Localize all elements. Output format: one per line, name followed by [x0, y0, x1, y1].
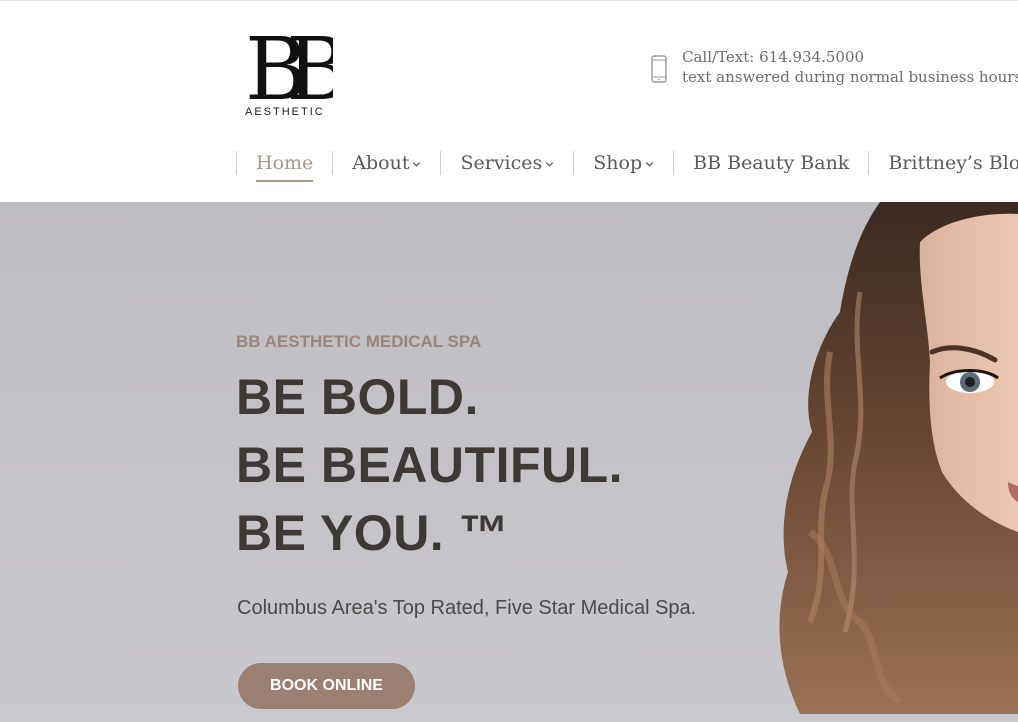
hero-headline-line-3: BE YOU. ™ [236, 505, 510, 561]
contact-hours-note: text answered during normal business hou… [682, 68, 1018, 86]
hero-headline-line-2: BE BEAUTIFUL. [236, 437, 624, 493]
main-nav: Home About Services Shop BB Beauty Bank … [236, 147, 1018, 182]
hero-eyebrow: BB AESTHETIC MEDICAL SPA [236, 332, 482, 351]
nav-item-shop[interactable]: Shop [574, 147, 673, 179]
nav-item-blog[interactable]: Brittney’s Blog [869, 147, 1018, 179]
nav-item-label: Shop [593, 152, 643, 174]
hero-headline-line-1: BE BOLD. [236, 369, 479, 425]
bb-logo-mark: BB [245, 20, 333, 107]
svg-text:BB: BB [245, 20, 333, 107]
chevron-down-icon [546, 161, 554, 167]
hero-model-image [779, 202, 1018, 714]
nav-item-label: BB Beauty Bank [693, 152, 850, 174]
nav-item-beauty-bank[interactable]: BB Beauty Bank [674, 147, 868, 179]
chevron-down-icon [413, 161, 421, 167]
nav-item-about[interactable]: About [333, 147, 440, 179]
nav-item-home[interactable]: Home [237, 147, 332, 182]
book-online-button[interactable]: BOOK ONLINE [238, 663, 415, 709]
hero-banner: BB AESTHETIC MEDICAL SPA BE BOLD. BE BEA… [0, 202, 1018, 722]
phone-icon [651, 55, 667, 83]
site-header: BB AESTHETIC Call/Text: 614.934.5000 tex… [0, 0, 1018, 202]
hero-tagline: Columbus Area's Top Rated, Five Star Med… [237, 597, 697, 619]
contact-phone[interactable]: Call/Text: 614.934.5000 [682, 48, 864, 66]
logo-subtitle: AESTHETIC [245, 106, 325, 118]
nav-item-label: Home [256, 152, 314, 174]
nav-item-services[interactable]: Services [441, 147, 573, 179]
brand-logo[interactable]: BB AESTHETIC [243, 19, 333, 123]
contact-info: Call/Text: 614.934.5000 text answered du… [650, 47, 1018, 91]
nav-item-label: Services [460, 152, 543, 174]
nav-item-label: About [352, 152, 410, 174]
chevron-down-icon [646, 161, 654, 167]
nav-item-label: Brittney’s Blog [888, 152, 1018, 174]
